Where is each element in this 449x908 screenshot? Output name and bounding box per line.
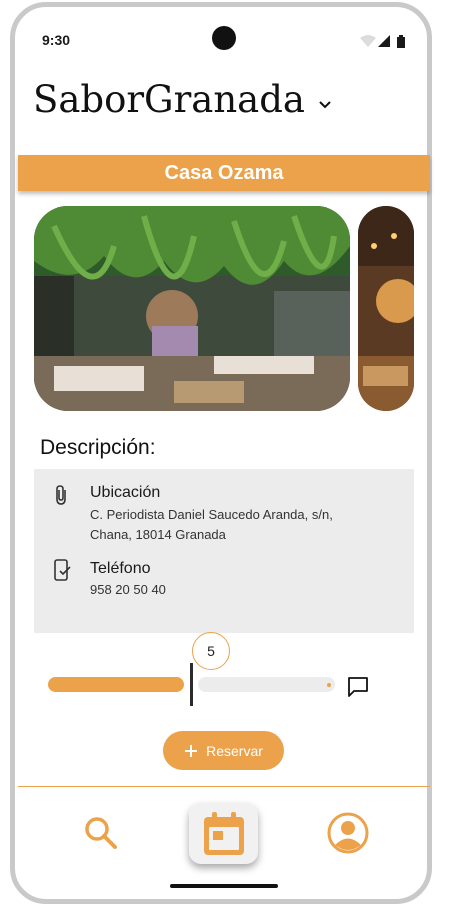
brand-title: SaborGranada <box>33 78 305 121</box>
rating-slider-fill[interactable] <box>48 677 184 692</box>
restaurant-photo-main[interactable] <box>34 206 350 411</box>
comment-icon[interactable] <box>347 676 369 698</box>
signal-icon <box>378 35 390 47</box>
rating-value: 5 <box>207 643 215 659</box>
profile-icon[interactable] <box>327 812 369 854</box>
reserve-button[interactable]: Reservar <box>163 731 284 770</box>
status-time: 9:30 <box>42 32 71 48</box>
rating-slider-thumb[interactable] <box>190 663 193 706</box>
rating-value-bubble: 5 <box>192 632 230 670</box>
search-icon[interactable] <box>84 816 118 850</box>
camera-cutout <box>212 26 236 50</box>
location-line1: C. Periodista Daniel Saucedo Aranda, s/n… <box>90 507 333 522</box>
restaurant-photo-secondary[interactable] <box>358 206 414 411</box>
rating-slider-end-dot <box>327 683 331 687</box>
paperclip-icon <box>56 485 66 505</box>
battery-icon <box>397 37 405 48</box>
phone-label: Teléfono <box>90 560 151 577</box>
phone-value[interactable]: 958 20 50 40 <box>90 580 166 600</box>
info-card: Ubicación C. Periodista Daniel Saucedo A… <box>34 469 414 633</box>
description-title: Descripción: <box>40 436 156 459</box>
nav-reservations-button[interactable] <box>189 803 258 864</box>
reserve-label: Reservar <box>206 742 263 759</box>
rating-slider-track[interactable] <box>198 677 335 692</box>
wifi-icon <box>360 35 376 47</box>
restaurant-name: Casa Ozama <box>164 161 284 184</box>
calendar-icon <box>203 811 244 855</box>
restaurant-name-banner: Casa Ozama <box>18 155 430 191</box>
status-icons <box>360 35 405 48</box>
phone-check-icon <box>54 559 71 581</box>
location-line2: Chana, 18014 Granada <box>90 527 226 542</box>
location-label: Ubicación <box>90 484 161 501</box>
bottom-nav-divider <box>18 786 430 787</box>
chevron-down-icon[interactable] <box>316 96 334 114</box>
home-indicator <box>170 884 278 888</box>
plus-icon <box>185 744 198 757</box>
